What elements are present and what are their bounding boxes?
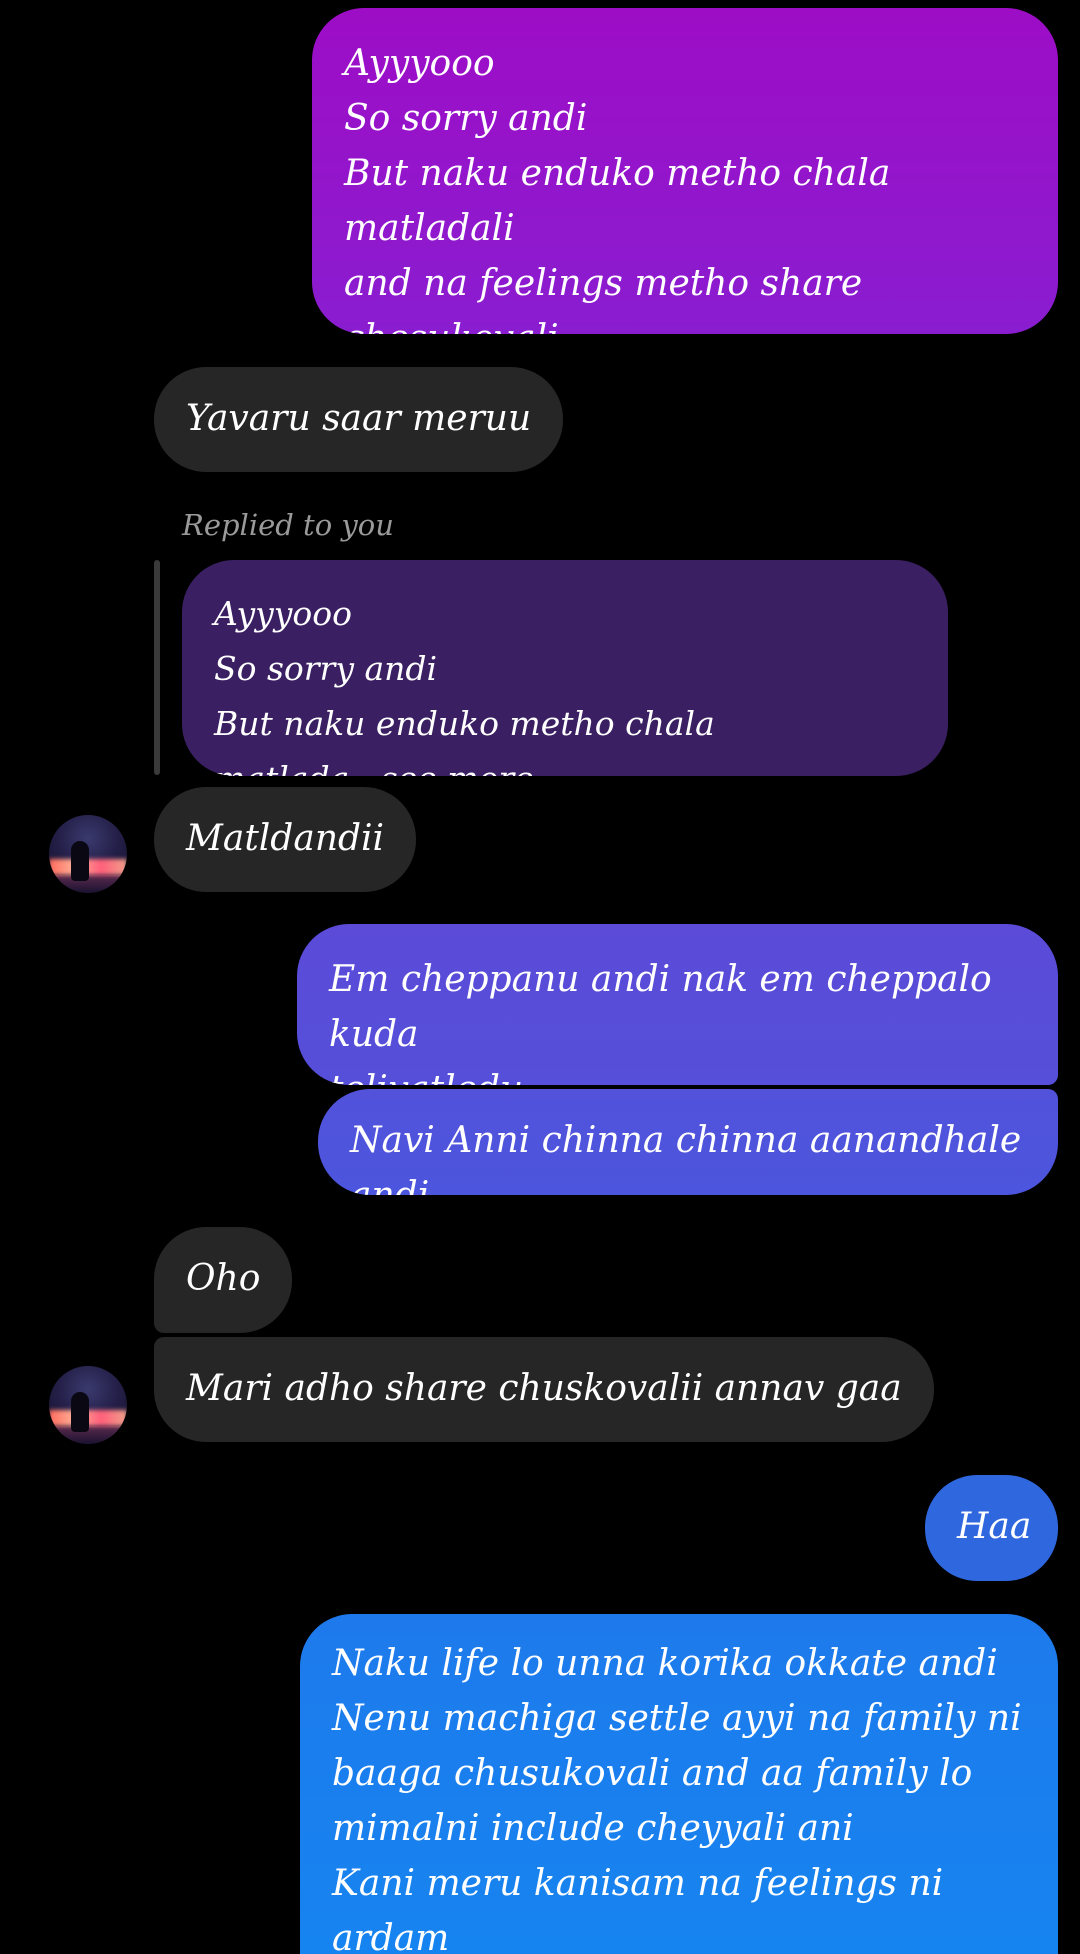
sent-message-bubble[interactable]: Ayyyooo So sorry andi But naku enduko me…	[312, 8, 1058, 334]
replied-to-you-label: Replied to you	[182, 508, 394, 542]
sent-message-bubble[interactable]: Haa	[925, 1475, 1058, 1581]
reply-preview-bubble[interactable]: Ayyyooo So sorry andi But naku enduko me…	[182, 560, 948, 776]
avatar-icon[interactable]	[49, 1366, 127, 1444]
received-message-bubble[interactable]: Oho	[154, 1227, 293, 1333]
received-message-bubble[interactable]: Mari adho share chuskovalii annav gaa	[154, 1337, 934, 1442]
received-message-bubble[interactable]: Matldandii	[154, 787, 417, 892]
sent-message-bubble[interactable]: Navi Anni chinna chinna aanandhale andi	[318, 1089, 1058, 1195]
received-message-bubble[interactable]: Yavaru saar meruu	[154, 367, 564, 472]
reply-indicator-bar	[154, 560, 160, 775]
avatar-icon[interactable]	[49, 815, 127, 893]
sent-message-bubble[interactable]: Naku life lo unna korika okkate andi Nen…	[300, 1614, 1058, 1954]
sent-message-bubble[interactable]: Em cheppanu andi nak em cheppalo kuda te…	[297, 924, 1058, 1085]
